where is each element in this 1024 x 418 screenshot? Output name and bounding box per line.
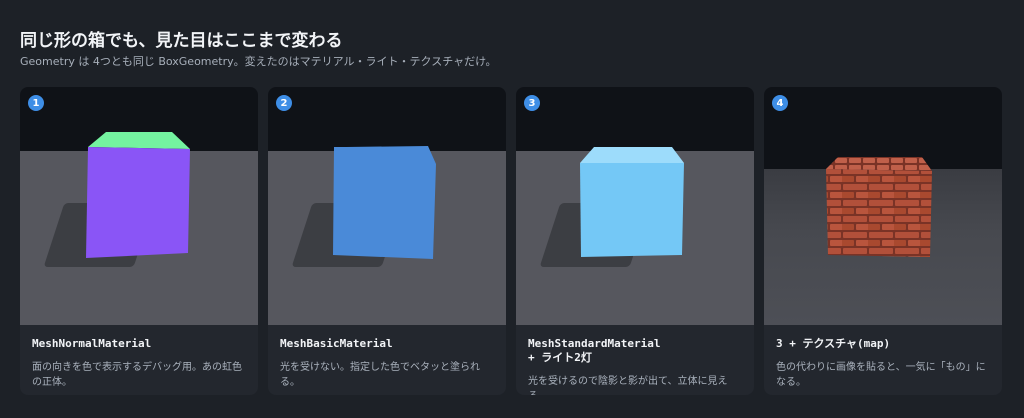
- card-number-badge: 2: [276, 95, 292, 111]
- cube-face: [333, 146, 436, 259]
- material-name: MeshNormalMaterial: [32, 337, 152, 350]
- cube-top-face: [88, 132, 190, 149]
- card-number-badge: 1: [28, 95, 44, 111]
- material-name: 3 + テクスチャ(map): [776, 337, 891, 350]
- cube-graphic: [826, 157, 932, 257]
- card-number-badge: 4: [772, 95, 788, 111]
- material-description: 光を受けない。指定した色でベタッと塗られる。: [280, 362, 480, 388]
- cube-graphic: [86, 132, 190, 258]
- preview-canvas[interactable]: 2: [268, 87, 506, 325]
- cube-top-face: [580, 147, 684, 163]
- cube-front-face: [86, 147, 190, 258]
- material-description: 面の向きを色で表示するデバッグ用。あの虹色の正体。: [32, 362, 242, 388]
- material-name: MeshStandardMaterial + ライト2灯: [528, 337, 661, 364]
- cube-front-face: [580, 163, 684, 257]
- material-card-standard: 3 MeshStandardMaterial + ライト2灯 光を受けるので陰影…: [516, 87, 754, 395]
- material-description: 色の代わりに画像を貼ると、一気に「もの」になる。: [776, 362, 986, 388]
- page-subtitle: Geometry は 4つとも同じ BoxGeometry。変えたのはマテリアル…: [20, 55, 497, 68]
- material-name: MeshBasicMaterial: [280, 337, 393, 350]
- material-card-basic: 2 MeshBasicMaterial 光を受けない。指定した色でベタッと塗られ…: [268, 87, 506, 395]
- cube-front-face: [826, 169, 932, 257]
- card-number-badge: 3: [524, 95, 540, 111]
- cube-top-face: [826, 157, 932, 171]
- cube-graphic: [333, 146, 436, 259]
- preview-canvas[interactable]: 1: [20, 87, 258, 325]
- preview-canvas[interactable]: 4: [764, 87, 1002, 325]
- material-card-grid: 1 MeshNormalMaterial 面の向きを色で表示するデバッグ用。あの…: [20, 87, 1002, 395]
- material-card-texture: 4 3 + テクスチャ(map) 色の代わりに画像を貼ると、一気に「もの」になる…: [764, 87, 1002, 395]
- material-description: 光を受けるので陰影と影が出て、立体に見える。: [528, 376, 728, 395]
- preview-canvas[interactable]: 3: [516, 87, 754, 325]
- page-title: 同じ形の箱でも、見た目はここまで変わる: [20, 31, 343, 51]
- material-card-normal: 1 MeshNormalMaterial 面の向きを色で表示するデバッグ用。あの…: [20, 87, 258, 395]
- cube-graphic: [580, 147, 684, 257]
